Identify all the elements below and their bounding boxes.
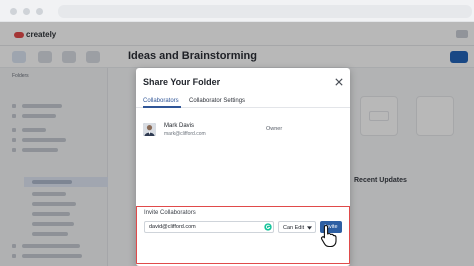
collaborator-email: mark@clifford.com <box>164 131 206 137</box>
avatar <box>143 123 156 136</box>
dialog-title: Share Your Folder <box>143 77 221 87</box>
active-tab-indicator <box>143 106 181 108</box>
share-folder-dialog: Share Your Folder Collaborators Collabor… <box>136 68 350 266</box>
window-dot <box>36 8 43 15</box>
collaborator-row: Mark Davis mark@clifford.com Owner <box>143 122 343 144</box>
permission-select[interactable]: Can Edit <box>278 221 316 233</box>
chevron-down-icon <box>307 226 312 230</box>
invite-label: Invite Collaborators <box>144 210 196 216</box>
hand-pointer-icon <box>321 224 337 248</box>
browser-chrome <box>0 0 474 22</box>
tab-collaborators[interactable]: Collaborators <box>143 98 179 104</box>
close-icon[interactable] <box>335 78 343 86</box>
window-dot <box>23 8 30 15</box>
window-dot <box>10 8 17 15</box>
collaborator-role: Owner <box>266 126 283 132</box>
collaborator-name: Mark Davis <box>164 123 195 129</box>
invite-email-input[interactable] <box>144 221 274 233</box>
tab-collaborator-settings[interactable]: Collaborator Settings <box>189 98 245 104</box>
invite-section: Invite Collaborators Can Edit Invite <box>136 206 350 264</box>
permission-value: Can Edit <box>283 225 305 231</box>
grammarly-icon[interactable] <box>264 223 272 231</box>
address-bar[interactable] <box>58 5 472 18</box>
